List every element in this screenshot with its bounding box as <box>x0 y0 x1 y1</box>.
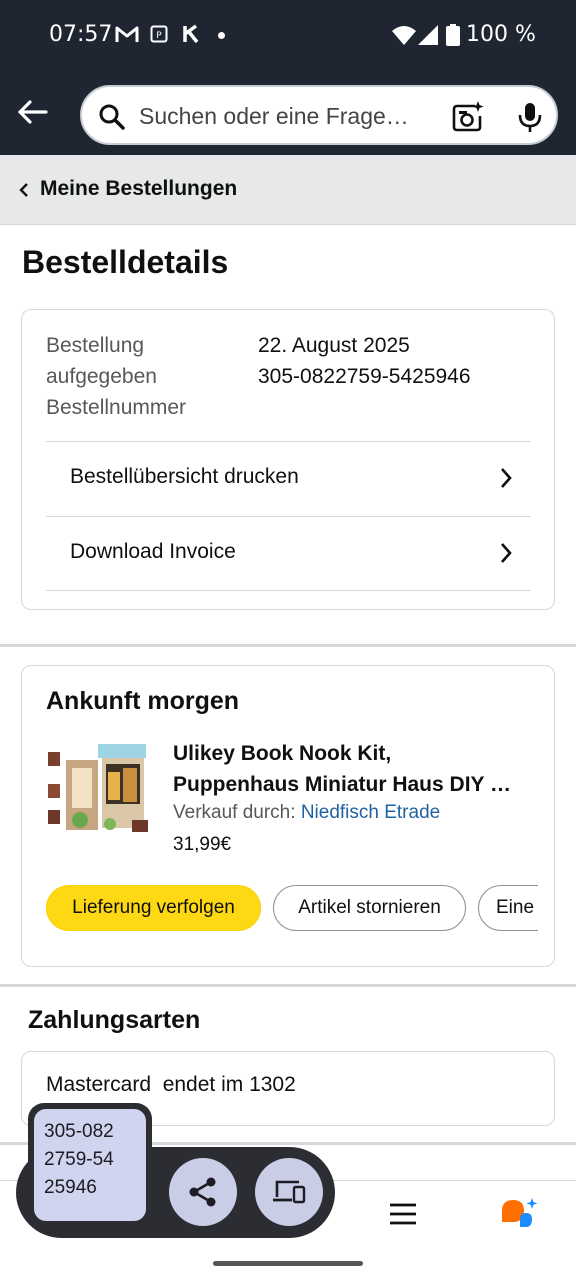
battery-icon <box>446 24 460 46</box>
microphone-icon[interactable] <box>515 101 545 133</box>
order-details-card: Bestellung aufgegeben Bestellnummer 22. … <box>21 309 555 610</box>
devices-icon <box>273 1180 306 1204</box>
seller-link[interactable]: Niedfisch Etrade <box>301 802 440 823</box>
product-title-line1: Ulikey Book Nook Kit, <box>173 742 392 765</box>
clipboard-line: 305-082 <box>44 1121 114 1142</box>
clipboard-text: 305-082 2759-54 25946 <box>34 1109 146 1221</box>
chevron-right-icon <box>501 468 512 488</box>
home-gesture-bar[interactable] <box>213 1261 363 1266</box>
product-image[interactable] <box>46 738 150 842</box>
order-labels: Bestellung aufgegeben Bestellnummer <box>46 330 246 423</box>
wifi-icon <box>392 26 416 45</box>
label-bestellung: Bestellung <box>46 334 145 357</box>
cancel-item-button[interactable]: Artikel stornieren <box>273 885 466 931</box>
breadcrumb[interactable]: Meine Bestellungen <box>0 155 576 225</box>
section-divider <box>0 644 576 647</box>
payment-method: Mastercard endet im 1302 <box>46 1073 296 1096</box>
chevron-right-icon <box>501 543 512 563</box>
send-to-device-button[interactable] <box>255 1158 323 1226</box>
page-title: Bestelldetails <box>22 244 229 280</box>
breadcrumb-label: Meine Bestellungen <box>40 177 238 200</box>
product-title-line2: Puppenhaus Miniatur Haus DIY Bücherregal <box>173 773 523 796</box>
more-action-button[interactable]: Eine <box>478 885 538 931</box>
status-time: 07:57 <box>49 22 113 47</box>
battery-percent: 100 % <box>466 22 536 47</box>
shipment-card: Ankunft morgen Ulikey Book Nook Kit, Pup… <box>21 665 555 967</box>
seller-info: Verkauf durch: Niedfisch Etrade <box>173 802 440 824</box>
notification-dot <box>218 32 225 39</box>
menu-icon[interactable] <box>389 1203 417 1225</box>
clipboard-preview[interactable]: 305-082 2759-54 25946 <box>28 1103 152 1227</box>
divider <box>46 590 531 591</box>
order-values: 22. August 2025 305-0822759-5425946 <box>258 330 471 392</box>
search-icon <box>99 104 125 130</box>
product-price: 31,99€ <box>173 834 232 855</box>
payment-title: Zahlungsarten <box>28 1006 201 1034</box>
chevron-left-icon <box>19 183 28 197</box>
svg-text:P: P <box>156 31 162 41</box>
share-icon <box>189 1177 216 1207</box>
status-bar: 07:57 P 100 % <box>0 0 576 72</box>
label-bestellnummer: Bestellnummer <box>46 396 187 419</box>
print-summary-row[interactable]: Bestellübersicht drucken <box>46 441 531 516</box>
signal-icon <box>418 25 438 45</box>
ip-icon: P <box>150 25 168 43</box>
section-divider <box>0 984 576 987</box>
track-package-button[interactable]: Lieferung verfolgen <box>46 885 261 931</box>
app-header: Suchen oder eine Frage… <box>0 72 576 155</box>
search-placeholder: Suchen oder eine Frage… <box>139 103 409 129</box>
app-k-icon <box>183 24 199 44</box>
print-summary-label: Bestellübersicht drucken <box>70 465 299 488</box>
share-button[interactable] <box>169 1158 237 1226</box>
download-invoice-label: Download Invoice <box>70 540 236 563</box>
product-title[interactable]: Ulikey Book Nook Kit, Puppenhaus Miniatu… <box>173 738 533 800</box>
camera-search-icon[interactable] <box>451 100 485 134</box>
gesture-area <box>0 1246 576 1280</box>
label-aufgegeben: aufgegeben <box>46 365 157 388</box>
seller-prefix: Verkauf durch: <box>173 802 296 823</box>
shipment-actions: Lieferung verfolgen Artikel stornieren E… <box>46 885 538 933</box>
clipboard-line: 25946 <box>44 1177 97 1198</box>
back-arrow-icon[interactable] <box>14 94 50 130</box>
rufus-assistant-icon[interactable] <box>500 1197 540 1231</box>
gmail-icon <box>115 26 139 42</box>
order-date: 22. August 2025 <box>258 334 410 357</box>
download-invoice-row[interactable]: Download Invoice <box>46 516 531 591</box>
order-number: 305-0822759-5425946 <box>258 365 471 388</box>
arrival-title: Ankunft morgen <box>46 687 240 715</box>
clipboard-line: 2759-54 <box>44 1149 114 1170</box>
search-input[interactable]: Suchen oder eine Frage… <box>80 85 558 145</box>
